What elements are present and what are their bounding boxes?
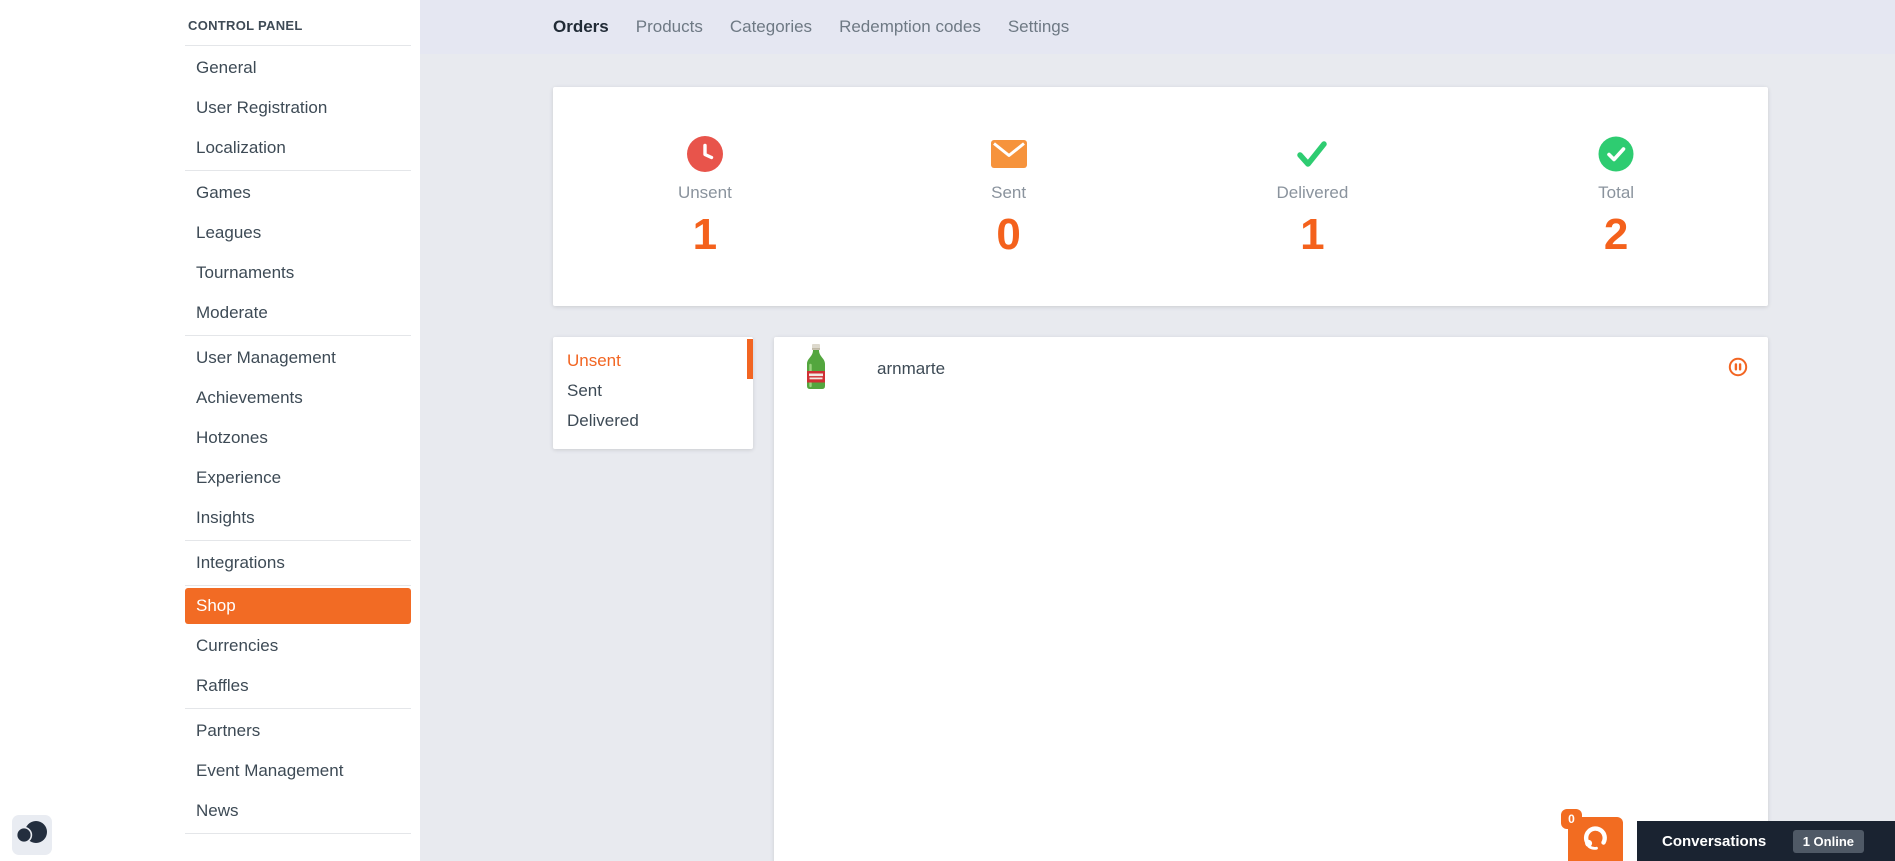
stat-value: 2 xyxy=(1603,210,1629,259)
stat-delivered: Delivered 1 xyxy=(1161,87,1465,306)
order-row[interactable]: arnmarte xyxy=(774,337,1768,401)
sidebar-item-leagues[interactable]: Leagues xyxy=(185,213,411,253)
orders-tab-unsent[interactable]: Unsent xyxy=(553,339,753,379)
divider xyxy=(185,335,411,336)
sidebar-header: CONTROL PANEL xyxy=(188,18,303,33)
sidebar-item-user-registration[interactable]: User Registration xyxy=(185,88,411,128)
stat-value: 0 xyxy=(996,210,1021,259)
sidebar-item-tournaments[interactable]: Tournaments xyxy=(185,253,411,293)
sidebar-item-partners[interactable]: Partners xyxy=(185,711,411,751)
stat-label: Unsent xyxy=(677,183,732,202)
conversations-title: Conversations xyxy=(1662,832,1767,850)
tab-settings[interactable]: Settings xyxy=(1008,17,1069,37)
sidebar-item-hotzones[interactable]: Hotzones xyxy=(185,418,411,458)
stat-value: 1 xyxy=(692,210,718,259)
sidebar-item-user-management[interactable]: User Management xyxy=(185,338,411,378)
orders-status-tabs: Unsent Sent Delivered xyxy=(553,337,753,449)
mail-icon xyxy=(990,135,1028,173)
stat-label: Sent xyxy=(991,183,1027,202)
sidebar-item-general[interactable]: General xyxy=(185,48,411,88)
sidebar-item-news[interactable]: News xyxy=(185,791,411,831)
clock-icon xyxy=(686,135,723,173)
sidebar-item-moderate[interactable]: Moderate xyxy=(185,293,411,333)
tab-orders[interactable]: Orders xyxy=(553,17,609,37)
conversations-bar[interactable]: Conversations 1 Online xyxy=(1637,821,1895,861)
divider xyxy=(185,708,411,709)
main-content: Orders Products Categories Redemption co… xyxy=(420,0,1895,861)
stat-value: 1 xyxy=(1300,210,1325,259)
online-count-badge: 1 Online xyxy=(1792,829,1864,853)
sidebar-item-achievements[interactable]: Achievements xyxy=(185,378,411,418)
divider xyxy=(185,170,411,171)
stat-unsent: Unsent 1 xyxy=(553,87,857,306)
check-circle-icon xyxy=(1598,135,1634,173)
stat-label: Delivered xyxy=(1276,183,1349,202)
orders-list-card: arnmarte xyxy=(774,337,1768,861)
divider xyxy=(185,585,411,586)
divider xyxy=(185,45,411,46)
orders-tab-sent[interactable]: Sent xyxy=(553,376,753,406)
divider xyxy=(185,540,411,541)
sidebar-item-shop[interactable]: Shop xyxy=(185,588,411,624)
sidebar-item-insights[interactable]: Insights xyxy=(185,498,411,538)
sidebar: CONTROL PANEL General User Registration … xyxy=(0,0,420,861)
tab-categories[interactable]: Categories xyxy=(730,17,812,37)
shop-top-tabs: Orders Products Categories Redemption co… xyxy=(420,0,1895,54)
chat-launcher-button[interactable]: 0 xyxy=(1561,809,1623,861)
control-panel-menu: CONTROL PANEL General User Registration … xyxy=(185,12,411,836)
stat-total: Total 2 xyxy=(1464,87,1768,306)
beer-bottle-image xyxy=(802,343,830,395)
sidebar-item-integrations[interactable]: Integrations xyxy=(185,543,411,583)
sidebar-item-games[interactable]: Games xyxy=(185,173,411,213)
theme-toggle-button[interactable] xyxy=(12,815,52,855)
pause-circle-icon[interactable] xyxy=(1728,357,1748,382)
sidebar-item-currencies[interactable]: Currencies xyxy=(185,626,411,666)
order-customer-name: arnmarte xyxy=(877,359,946,378)
divider xyxy=(185,833,411,834)
moon-circles-icon xyxy=(15,820,48,851)
sidebar-item-experience[interactable]: Experience xyxy=(185,458,411,498)
stat-label: Total xyxy=(1598,183,1635,202)
chat-unread-badge: 0 xyxy=(1561,809,1582,829)
sidebar-item-event-management[interactable]: Event Management xyxy=(185,751,411,791)
orders-stats-card: Unsent 1 Sent 0 Delivered 1 Total 2 xyxy=(553,87,1768,306)
sidebar-item-localization[interactable]: Localization xyxy=(185,128,411,168)
tab-redemption-codes[interactable]: Redemption codes xyxy=(839,17,981,37)
orders-tab-delivered[interactable]: Delivered xyxy=(553,406,753,436)
tab-products[interactable]: Products xyxy=(636,17,703,37)
stat-sent: Sent 0 xyxy=(857,87,1161,306)
sidebar-item-raffles[interactable]: Raffles xyxy=(185,666,411,706)
headset-icon xyxy=(1582,823,1609,855)
check-icon xyxy=(1293,135,1331,173)
